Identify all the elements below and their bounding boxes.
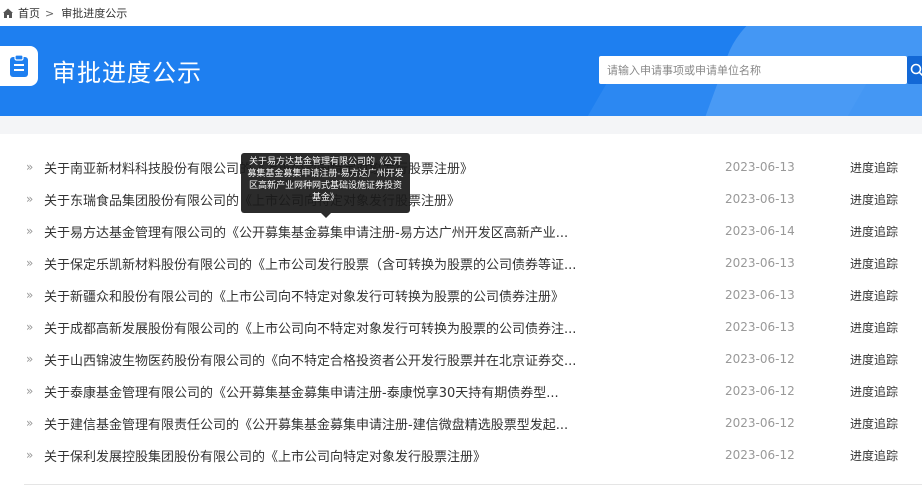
home-icon [3,8,13,18]
list-bullet: » [26,160,34,174]
breadcrumb-current: 审批进度公示 [61,7,128,20]
main-content: » 关于南亚新材料科技股份有限公司的《上市公司向特定对象发行股票注册》 2023… [0,134,922,491]
progress-tracking-link[interactable]: 进度追踪 [850,159,898,176]
progress-tracking-link[interactable]: 进度追踪 [850,287,898,304]
list-item: » 关于成都高新发展股份有限公司的《上市公司向不特定对象发行可转换为股票的公司债… [0,311,922,343]
page-banner: 审批进度公示 [0,26,922,116]
progress-tracking-link[interactable]: 进度追踪 [850,383,898,400]
list-item: » 关于东瑞食品集团股份有限公司的《上市公司向特定对象发行股票注册》 2023-… [0,183,922,215]
banner-logo [0,46,38,86]
list-bottom-divider [24,484,922,485]
item-title-link[interactable]: 关于易方达基金管理有限公司的《公开募集基金募集申请注册-易方达广州开发区高新产业… [44,222,568,241]
progress-tracking-link[interactable]: 进度追踪 [850,447,898,464]
list-bullet: » [26,352,34,366]
list-item: » 关于新疆众和股份有限公司的《上市公司向不特定对象发行可转换为股票的公司债券注… [0,279,922,311]
tooltip-text: 关于易方达基金管理有限公司的《公开募集基金募集申请注册-易方达广州开发区高新产业… [247,157,404,203]
list-bullet: » [26,256,34,270]
progress-tracking-link[interactable]: 进度追踪 [850,223,898,240]
page-title: 审批进度公示 [52,59,202,87]
breadcrumb-separator: > [45,6,55,20]
item-title-link[interactable]: 关于建信基金管理有限责任公司的《公开募集基金募集申请注册-建信微盘精选股票型发起… [44,414,568,433]
list-bullet: » [26,192,34,206]
item-date: 2023-06-13 [725,192,795,206]
list-item: » 关于山西锦波生物医药股份有限公司的《向不特定合格投资者公开发行股票并在北京证… [0,343,922,375]
item-date: 2023-06-14 [725,224,795,238]
list-bullet: » [26,320,34,334]
item-date: 2023-06-12 [725,352,795,366]
item-title-link[interactable]: 关于保利发展控股集团股份有限公司的《上市公司向特定对象发行股票注册》 [44,446,486,465]
search-input[interactable] [599,56,907,84]
list-bullet: » [26,448,34,462]
list-bullet: » [26,384,34,398]
tooltip-arrow [321,213,331,218]
item-date: 2023-06-13 [725,288,795,302]
item-date: 2023-06-13 [725,256,795,270]
list-item: » 关于建信基金管理有限责任公司的《公开募集基金募集申请注册-建信微盘精选股票型… [0,407,922,439]
list-bullet: » [26,224,34,238]
item-title-link[interactable]: 关于保定乐凯新材料股份有限公司的《上市公司发行股票（含可转换为股票的公司债券等证… [44,254,576,273]
list-item: » 关于易方达基金管理有限公司的《公开募集基金募集申请注册-易方达广州开发区高新… [0,215,922,247]
progress-tracking-link[interactable]: 进度追踪 [850,351,898,368]
item-title-link[interactable]: 关于成都高新发展股份有限公司的《上市公司向不特定对象发行可转换为股票的公司债券注… [44,318,576,337]
item-date: 2023-06-12 [725,416,795,430]
progress-tracking-link[interactable]: 进度追踪 [850,319,898,336]
title-tooltip: 关于易方达基金管理有限公司的《公开募集基金募集申请注册-易方达广州开发区高新产业… [241,153,410,218]
item-date: 2023-06-13 [725,320,795,334]
breadcrumb-home-link[interactable]: 首页 [18,5,40,21]
list-bullet: » [26,288,34,302]
progress-tracking-link[interactable]: 进度追踪 [850,255,898,272]
progress-tracking-link[interactable]: 进度追踪 [850,191,898,208]
list-item: » 关于保利发展控股集团股份有限公司的《上市公司向特定对象发行股票注册》 202… [0,439,922,471]
progress-tracking-link[interactable]: 进度追踪 [850,415,898,432]
item-title-link[interactable]: 关于山西锦波生物医药股份有限公司的《向不特定合格投资者公开发行股票并在北京证券交… [44,350,576,369]
item-title-link[interactable]: 关于新疆众和股份有限公司的《上市公司向不特定对象发行可转换为股票的公司债券注册》 [44,286,564,305]
list-item: » 关于泰康基金管理有限公司的《公开募集基金募集申请注册-泰康悦享30天持有期债… [0,375,922,407]
list-bullet: » [26,416,34,430]
item-title-link[interactable]: 关于泰康基金管理有限公司的《公开募集基金募集申请注册-泰康悦享30天持有期债券型… [44,382,559,401]
list-item: » 关于保定乐凯新材料股份有限公司的《上市公司发行股票（含可转换为股票的公司债券… [0,247,922,279]
clipboard-list-icon [10,54,28,77]
list-item: » 关于南亚新材料科技股份有限公司的《上市公司向特定对象发行股票注册》 2023… [0,151,922,183]
search-icon [910,63,922,77]
search-button[interactable] [907,56,922,84]
item-date: 2023-06-12 [725,384,795,398]
item-date: 2023-06-12 [725,448,795,462]
item-date: 2023-06-13 [725,160,795,174]
breadcrumb: 首页 > 审批进度公示 [0,0,922,26]
